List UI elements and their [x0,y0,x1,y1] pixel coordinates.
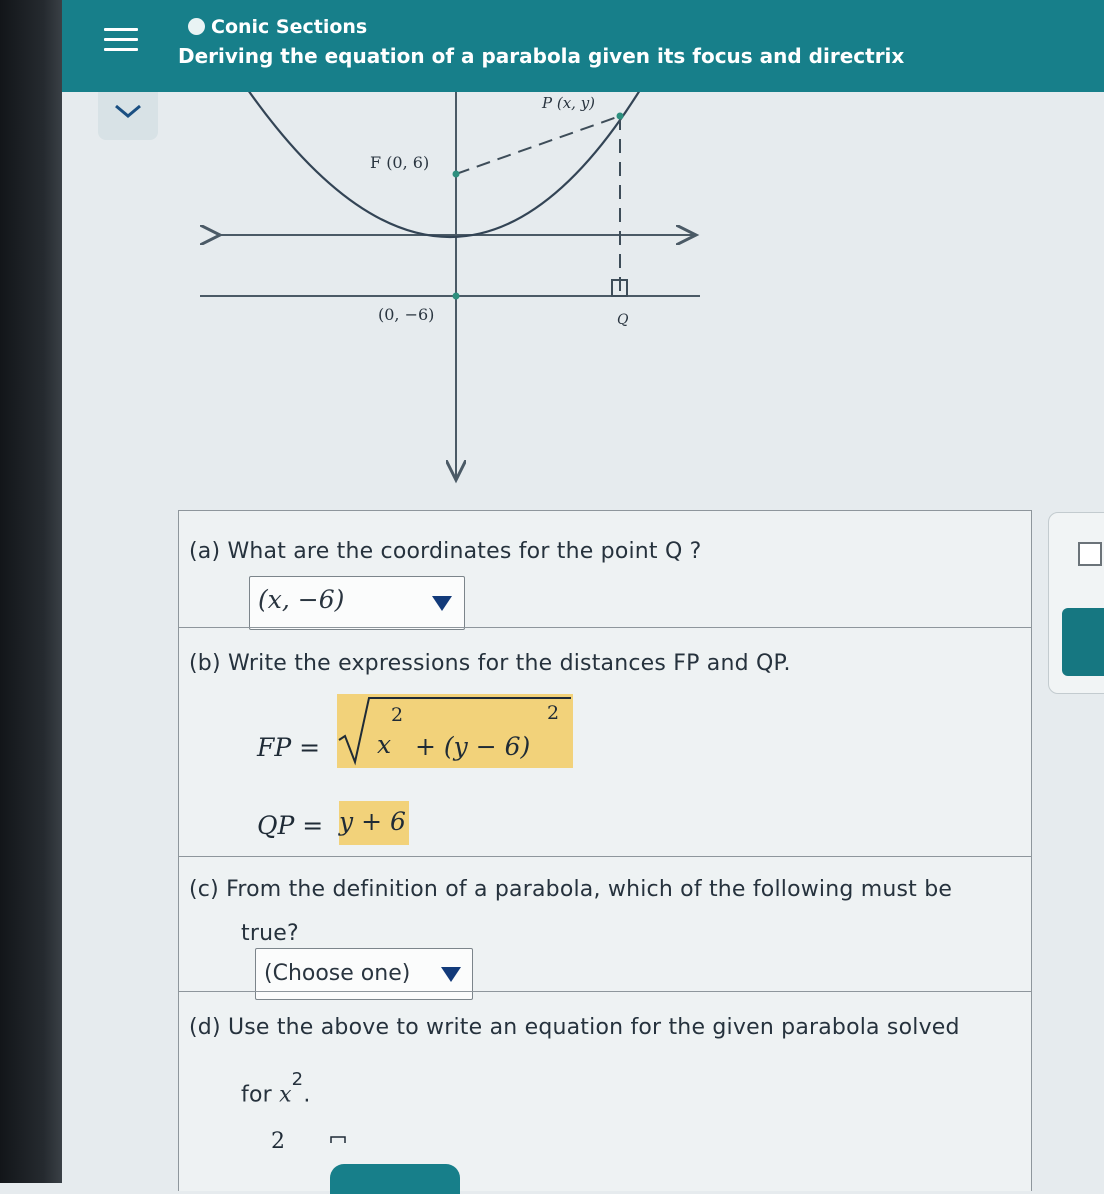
answer-placeholder-icon [330,1136,346,1143]
fp-exponent-1: 2 [391,704,404,726]
dropdown-arrow-icon [441,967,461,982]
bottom-action-button[interactable] [330,1164,460,1194]
label-point-q: Q [617,312,629,328]
question-d-period: . [303,1082,311,1108]
label-directrix-point: (0, −6) [378,305,434,324]
fp-answer-box[interactable]: x 2 + (y − 6) 2 [337,694,573,768]
fp-label: FP = [257,733,321,762]
qp-answer-box[interactable]: y + 6 [339,801,409,845]
question-d-partial-answer: 2 [271,1129,285,1154]
point-q-answer: (x, −6) [258,585,345,614]
question-d-exp: 2 [291,1069,304,1090]
checkbox-icon[interactable] [1078,542,1102,566]
question-c-text-line2: true? [241,921,299,946]
question-d-tag: (d) [189,1015,221,1040]
question-d-for: for [241,1082,272,1108]
question-panel: (a) What are the coordinates for the poi… [178,510,1032,1191]
question-a: (a) What are the coordinates for the poi… [189,539,702,564]
definition-dropdown[interactable]: (Choose one) [255,948,473,1000]
directrix-point [452,292,460,300]
question-c-tag: (c) [189,877,219,902]
question-c-text-line1: From the definition of a parabola, which… [226,877,953,902]
question-d-text-line2: for x2. [241,1069,311,1108]
label-point-p: P (x, y) [541,94,595,112]
chevron-down-icon [115,104,141,118]
question-c: (c) From the definition of a parabola, w… [189,877,952,902]
left-dark-edge [0,0,62,1183]
segment-fp [455,115,621,175]
question-b: (b) Write the expressions for the distan… [189,651,791,676]
lesson-title: Deriving the equation of a parabola give… [178,44,905,68]
focus-point [452,170,460,178]
divider-d [179,991,1031,992]
fp-x: x [377,730,392,759]
fp-exponent-2: 2 [547,702,560,724]
qp-value: y + 6 [339,807,406,836]
point-p [616,112,624,120]
definition-dropdown-value: (Choose one) [264,961,411,986]
fp-rest: + (y − 6) [415,732,531,761]
parabola-diagram: P (x, y) F (0, 6) (0, −6) Q [200,92,700,492]
question-d-var: x [279,1082,292,1108]
question-d: (d) Use the above to write an equation f… [189,1015,960,1040]
question-a-tag: (a) [189,539,221,564]
question-b-text: Write the expressions for the distances … [227,651,791,676]
expand-toggle[interactable] [98,92,158,140]
lesson-header: Conic Sections Deriving the equation of … [62,0,1104,92]
side-action-button[interactable] [1062,608,1104,676]
hamburger-menu-icon[interactable] [104,28,138,54]
topic-status-dot-icon [188,18,205,35]
point-q-dropdown[interactable]: (x, −6) [249,576,465,630]
dropdown-arrow-icon [432,596,452,611]
question-b-tag: (b) [189,651,221,676]
qp-label: QP = [257,811,324,840]
topic-title: Conic Sections [211,16,368,38]
label-focus: F (0, 6) [370,153,429,172]
question-a-text: What are the coordinates for the point Q… [227,539,702,564]
question-d-text-line1: Use the above to write an equation for t… [227,1015,960,1040]
divider-b [179,627,1031,628]
parabola-curve [248,92,641,238]
divider-c [179,856,1031,857]
